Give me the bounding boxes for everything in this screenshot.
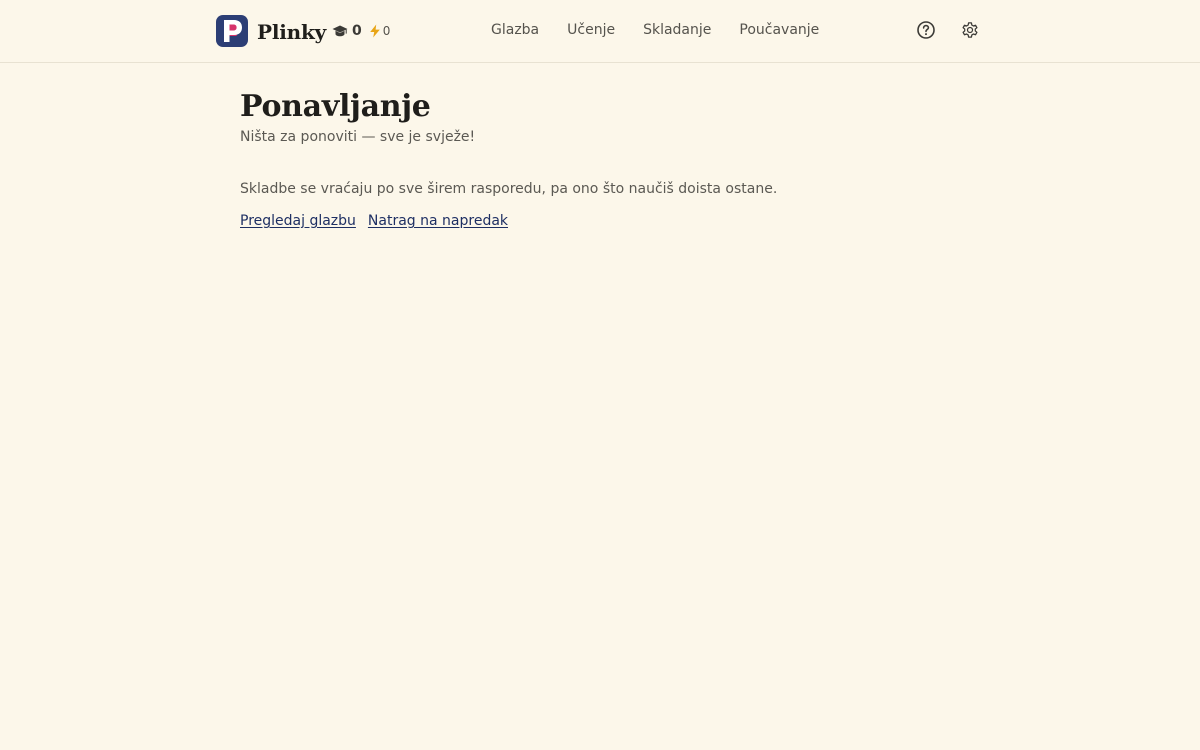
header-tools xyxy=(916,20,980,40)
user-stats: 0 0 xyxy=(332,21,390,41)
streak-stat: 0 xyxy=(369,24,391,38)
main-navigation: Glazba Učenje Skladanje Poučavanje xyxy=(491,20,819,40)
home-logo-link[interactable]: Plinky xyxy=(216,15,326,47)
nav-link-ucenje[interactable]: Učenje xyxy=(567,22,615,38)
page-title: Ponavljanje xyxy=(240,89,431,124)
settings-button[interactable] xyxy=(960,20,980,40)
page-links: Pregledaj glazbu Natrag na napredak xyxy=(240,212,960,230)
question-circle-icon xyxy=(917,21,935,39)
graduated-count: 0 xyxy=(352,23,362,39)
plinky-logo-icon xyxy=(216,15,248,47)
nav-link-skladanje[interactable]: Skladanje xyxy=(643,22,711,38)
lightning-bolt-icon xyxy=(369,24,380,38)
back-to-progress-link[interactable]: Natrag na napredak xyxy=(368,212,508,230)
app-name: Plinky xyxy=(257,20,327,44)
review-explanation: Skladbe se vraćaju po sve širem raspored… xyxy=(240,181,778,197)
help-button[interactable] xyxy=(916,20,936,40)
graduated-stat: 0 xyxy=(332,23,362,39)
gear-icon xyxy=(962,22,978,38)
graduation-cap-icon xyxy=(332,25,348,37)
nav-link-glazba[interactable]: Glazba xyxy=(491,22,539,38)
review-page: Ponavljanje Ništa za ponoviti — sve je s… xyxy=(240,86,960,230)
streak-count: 0 xyxy=(382,24,391,38)
browse-music-link[interactable]: Pregledaj glazbu xyxy=(240,212,356,230)
page-subtitle: Ništa za ponoviti — sve je svježe! xyxy=(240,129,476,145)
nav-link-poucavanje[interactable]: Poučavanje xyxy=(739,22,819,38)
top-navigation-bar: Plinky 0 0 Glazba Učenje Skladanje Pouča… xyxy=(0,0,1200,63)
